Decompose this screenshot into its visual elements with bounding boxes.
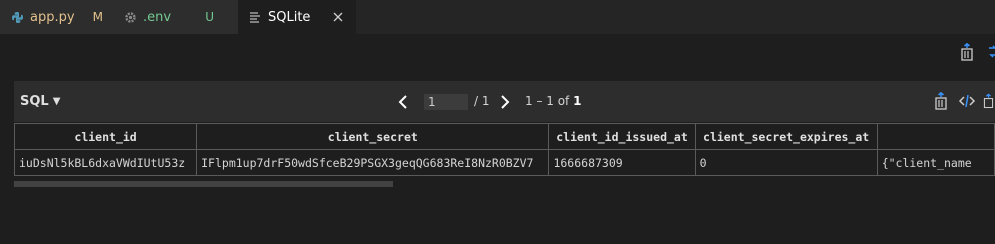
git-status-badge: U — [205, 10, 214, 24]
gear-icon — [123, 10, 137, 24]
editor-tab-bar: app.py M .env U SQLite — [0, 0, 995, 34]
table-cell[interactable]: IFlpm1up7drF50wdSfceB29PSGX3geqQG683ReI8… — [196, 149, 550, 176]
close-icon[interactable] — [330, 9, 346, 25]
refresh-icon[interactable] — [984, 42, 995, 62]
table-cell[interactable]: {"client_name — [876, 149, 995, 176]
row-range-info: 1 – 1 of 1 — [525, 94, 581, 108]
tab-app-py[interactable]: app.py M — [0, 0, 113, 34]
column-header[interactable]: client_secret_expires_at — [694, 123, 878, 150]
page-total: / 1 — [474, 94, 490, 108]
results-toolbar: SQL ▼ / 1 1 – 1 of 1 — [14, 81, 995, 122]
tab-env[interactable]: .env U — [113, 0, 238, 34]
next-page-button[interactable] — [497, 93, 513, 111]
table-cell[interactable]: 0 — [694, 149, 878, 176]
column-header[interactable]: client_id_issued_at — [548, 123, 696, 150]
language-dropdown[interactable]: SQL ▼ — [20, 81, 60, 122]
tab-label: .env — [143, 9, 172, 25]
tab-sqlite[interactable]: SQLite — [238, 0, 356, 34]
results-table: client_id client_secret client_id_issued… — [13, 123, 995, 176]
export-icon[interactable] — [932, 91, 950, 111]
export-icon[interactable] — [982, 91, 995, 111]
tab-label: app.py — [30, 9, 75, 25]
tab-label: SQLite — [268, 9, 311, 25]
row-count: 1 — [573, 94, 582, 108]
table-cell[interactable]: iuDsNl5kBL6dxaVWdIUtU53z — [13, 149, 198, 176]
page-number-input[interactable] — [424, 94, 468, 110]
language-label: SQL — [20, 94, 49, 109]
horizontal-scrollbar[interactable] — [14, 181, 393, 187]
column-header[interactable] — [876, 123, 995, 150]
column-header[interactable]: client_secret — [196, 123, 550, 150]
row-range: 1 – 1 of — [525, 94, 570, 108]
column-header[interactable]: client_id — [13, 123, 198, 150]
previous-page-button[interactable] — [395, 93, 411, 111]
python-icon — [10, 10, 24, 24]
table-cell[interactable]: 1666687309 — [548, 149, 696, 176]
export-icon[interactable] — [958, 42, 976, 62]
table-row[interactable]: iuDsNl5kBL6dxaVWdIUtU53z IFlpm1up7drF50w… — [13, 149, 995, 176]
caret-down-icon: ▼ — [52, 96, 61, 107]
lines-icon — [248, 10, 262, 24]
git-status-badge: M — [92, 10, 103, 24]
header-row: client_id client_secret client_id_issued… — [13, 123, 995, 150]
code-view-icon[interactable] — [958, 91, 976, 111]
